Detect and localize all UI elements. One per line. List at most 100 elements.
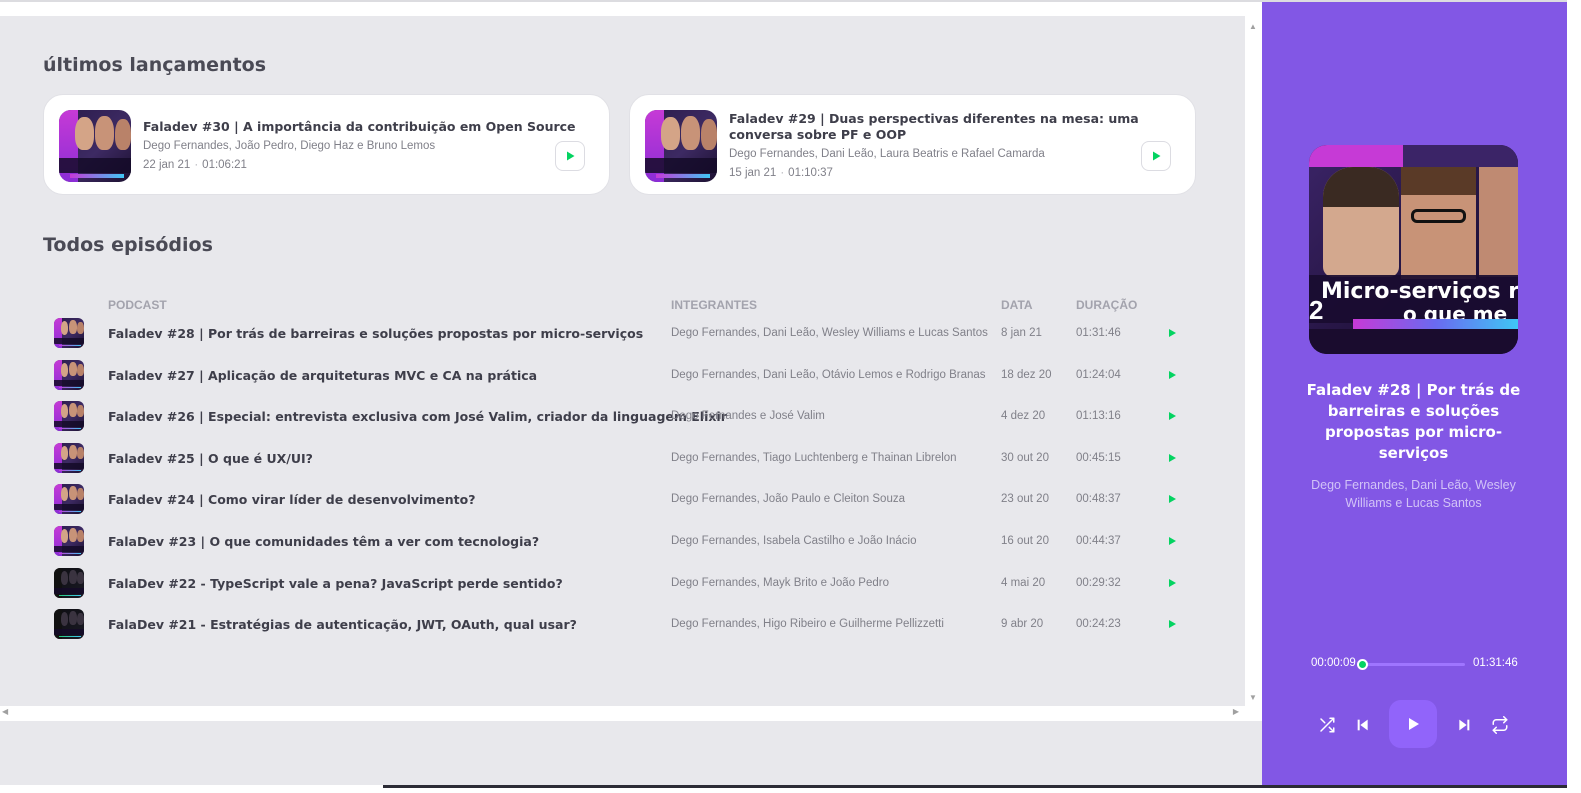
play-icon — [1169, 620, 1176, 628]
table-row[interactable]: Faladev #26 | Especial: entrevista exclu… — [43, 397, 1193, 439]
episode-title[interactable]: FalaDev #22 - TypeScript vale a pena? Ja… — [108, 576, 563, 591]
episode-meta: 22 jan 21 · 01:06:21 — [143, 159, 247, 171]
latest-episode-card[interactable]: Faladev #30 | A importância da contribui… — [43, 94, 610, 195]
episode-thumbnail — [54, 318, 84, 348]
episode-members: Dego Fernandes, Dani Leão, Wesley Willia… — [671, 327, 988, 339]
table-row[interactable]: FalaDev #23 | O que comunidades têm a ve… — [43, 522, 1193, 564]
all-episodes-title: Todos episódios — [43, 234, 213, 256]
table-row[interactable]: FalaDev #22 - TypeScript vale a pena? Ja… — [43, 564, 1193, 606]
episode-members: Dego Fernandes, Mayk Brito e João Pedro — [671, 577, 889, 589]
episode-thumbnail — [645, 110, 717, 182]
play-icon — [1153, 151, 1161, 161]
cover-caption-line1: Micro-serviços re — [1321, 279, 1518, 304]
episode-members: Dego Fernandes, Dani Leão, Laura Beatris… — [729, 148, 1045, 160]
separator-dot: · — [194, 159, 199, 171]
scroll-up-arrow[interactable]: ▲ — [1249, 22, 1257, 31]
play-button[interactable] — [555, 141, 585, 171]
episode-thumbnail — [54, 526, 84, 556]
table-row[interactable]: Faladev #28 | Por trás de barreiras e so… — [43, 314, 1193, 356]
window-bottom-edge — [0, 785, 1581, 793]
episode-title[interactable]: Faladev #30 | A importância da contribui… — [143, 119, 583, 135]
repeat-icon — [1492, 716, 1508, 734]
episode-thumbnail — [54, 609, 84, 639]
episode-thumbnail — [59, 110, 131, 182]
episode-members: Dego Fernandes, Tiago Luchtenberg e Thai… — [671, 452, 957, 464]
episode-duration: 01:24:04 — [1076, 369, 1121, 381]
total-time: 01:31:46 — [1473, 657, 1518, 669]
episode-members: Dego Fernandes, Isabela Castilho e João … — [671, 535, 917, 547]
player-cover-image: Micro-serviços re o que me 2 — [1309, 145, 1518, 354]
play-icon — [567, 151, 575, 161]
horizontal-scrollbar[interactable]: ◀ ▶ — [0, 706, 1245, 721]
play-icon — [1409, 718, 1419, 730]
episode-date: 9 abr 20 — [1001, 618, 1044, 630]
episode-duration: 00:44:37 — [1076, 535, 1121, 547]
scroll-left-arrow[interactable]: ◀ — [2, 707, 8, 716]
play-pause-button[interactable] — [1389, 700, 1437, 748]
episode-duration: 01:10:37 — [788, 167, 833, 179]
next-button[interactable] — [1449, 710, 1479, 740]
latest-episode-card[interactable]: Faladev #29 | Duas perspectivas diferent… — [629, 94, 1196, 195]
play-icon — [1169, 579, 1176, 587]
current-time: 00:00:09 — [1311, 657, 1356, 669]
shuffle-button[interactable] — [1312, 710, 1342, 740]
play-button[interactable] — [1163, 449, 1181, 467]
shuffle-icon — [1320, 717, 1335, 733]
latest-episodes-title: últimos lançamentos — [43, 54, 267, 76]
table-row[interactable]: Faladev #27 | Aplicação de arquiteturas … — [43, 356, 1193, 398]
play-button[interactable] — [1163, 574, 1181, 592]
table-row[interactable]: Faladev #25 | O que é UX/UI? Dego Fernand… — [43, 439, 1193, 481]
play-icon — [1169, 412, 1176, 420]
episode-duration: 00:24:23 — [1076, 618, 1121, 630]
episode-date: 18 dez 20 — [1001, 369, 1052, 381]
main-footer-space — [0, 721, 1262, 793]
episode-members: Dego Fernandes, Higo Ribeiro e Guilherme… — [671, 618, 944, 630]
scroll-down-arrow[interactable]: ▼ — [1249, 693, 1257, 702]
episode-duration: 01:06:21 — [202, 159, 247, 171]
episode-title[interactable]: Faladev #24 | Como virar líder de desenv… — [108, 492, 476, 507]
episode-duration: 00:45:15 — [1076, 452, 1121, 464]
progress-slider[interactable] — [1362, 663, 1465, 666]
episode-title[interactable]: Faladev #27 | Aplicação de arquiteturas … — [108, 368, 537, 383]
episode-title[interactable]: Faladev #25 | O que é UX/UI? — [108, 451, 313, 466]
previous-button[interactable] — [1348, 710, 1378, 740]
play-button[interactable] — [1163, 615, 1181, 633]
play-button[interactable] — [1163, 407, 1181, 425]
episode-title[interactable]: FalaDev #23 | O que comunidades têm a ve… — [108, 534, 539, 549]
episode-date: 23 out 20 — [1001, 493, 1049, 505]
episode-date: 4 dez 20 — [1001, 410, 1046, 422]
play-button[interactable] — [1163, 366, 1181, 384]
episode-members: Dego Fernandes, João Pedro, Diego Haz e … — [143, 140, 436, 152]
episode-thumbnail — [54, 568, 84, 598]
play-icon — [1169, 371, 1176, 379]
player-episode-members: Dego Fernandes, Dani Leão, Wesley Willia… — [1311, 478, 1516, 510]
play-button[interactable] — [1163, 490, 1181, 508]
episode-date: 22 jan 21 — [143, 159, 191, 171]
episode-title[interactable]: Faladev #26 | Especial: entrevista exclu… — [108, 409, 727, 424]
scroll-right-arrow[interactable]: ▶ — [1233, 707, 1239, 716]
play-button[interactable] — [1163, 532, 1181, 550]
progress-handle[interactable] — [1356, 659, 1368, 670]
episode-duration: 01:31:46 — [1076, 327, 1121, 339]
scrollbar-corner — [1245, 706, 1262, 721]
episode-thumbnail — [54, 484, 84, 514]
episode-date: 8 jan 21 — [1001, 327, 1042, 339]
play-icon — [1169, 329, 1176, 337]
episode-thumbnail — [54, 401, 84, 431]
table-row[interactable]: FalaDev #21 - Estratégias de autenticaçã… — [43, 605, 1193, 647]
episode-title[interactable]: Faladev #28 | Por trás de barreiras e so… — [108, 326, 643, 341]
episode-title[interactable]: Faladev #29 | Duas perspectivas diferent… — [729, 111, 1169, 143]
vertical-scrollbar[interactable]: ▲ ▼ — [1245, 16, 1262, 706]
play-button[interactable] — [1163, 324, 1181, 342]
play-icon — [1169, 454, 1176, 462]
episode-duration: 00:48:37 — [1076, 493, 1121, 505]
skip-previous-icon — [1357, 719, 1368, 731]
episode-title[interactable]: FalaDev #21 - Estratégias de autenticaçã… — [108, 617, 577, 632]
player-episode-title: Faladev #28 | Por trás de barreiras e so… — [1306, 381, 1521, 462]
table-row[interactable]: Faladev #24 | Como virar líder de desenv… — [43, 480, 1193, 522]
episode-members: Dego Fernandes, João Paulo e Cleiton Sou… — [671, 493, 905, 505]
episode-members: Dego Fernandes, Dani Leão, Otávio Lemos … — [671, 369, 986, 381]
episode-meta: 15 jan 21 · 01:10:37 — [729, 167, 833, 179]
play-button[interactable] — [1141, 141, 1171, 171]
repeat-button[interactable] — [1485, 710, 1515, 740]
